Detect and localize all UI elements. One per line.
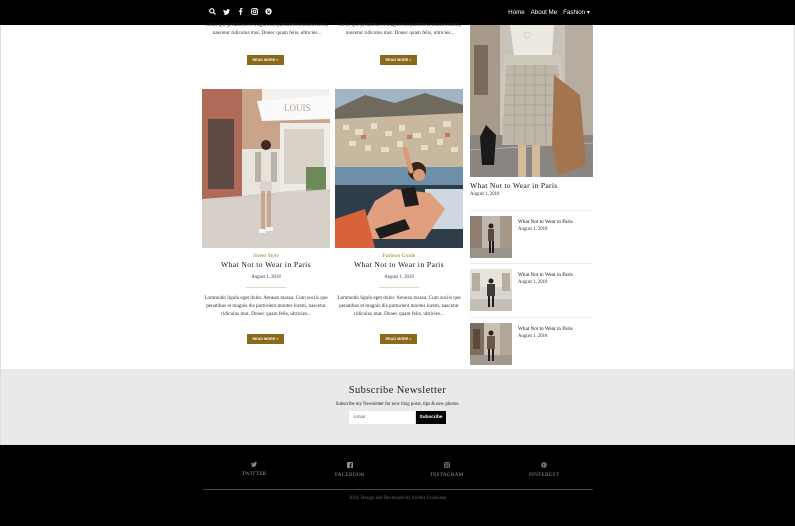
sidebar-divider (470, 210, 593, 211)
read-more-button[interactable]: READ MORE » (247, 55, 284, 65)
footer-social-label: TWITTER (241, 471, 267, 477)
post-image-fashion-guide[interactable] (335, 89, 463, 248)
newsletter-email-input[interactable] (349, 411, 415, 424)
post-divider (379, 287, 419, 288)
search-icon[interactable] (208, 8, 216, 18)
recent-post-title[interactable]: What Not to Wear in Paris (518, 272, 573, 278)
footer-pinterest-link[interactable]: PINTEREST (514, 462, 574, 479)
newsletter-section: Subscribe Newsletter Subscribe my Newsle… (1, 369, 794, 445)
footer-copyright: 2018, Design and Developed by Andrea Unl… (348, 496, 447, 501)
sidebar-divider (470, 317, 593, 318)
facebook-icon[interactable] (236, 8, 244, 18)
post-excerpt: Lommodo ligula eget dolor. Aenean massa.… (204, 295, 328, 317)
recent-post-thumbnail[interactable] (470, 323, 512, 365)
recent-post-date: August 1, 2018 (518, 227, 548, 232)
post-excerpt: Lommodo ligula eget dolor. Aenean massa.… (337, 295, 461, 317)
footer-divider (203, 489, 593, 490)
instagram-icon[interactable] (250, 8, 258, 18)
sidebar-featured-title[interactable]: What Not to Wear in Paris (470, 181, 558, 190)
post-date: August 1, 2018 (384, 275, 414, 280)
recent-post-thumbnail[interactable] (470, 269, 512, 311)
sidebar-featured-date: August 1, 2018 (470, 192, 500, 197)
post-category[interactable]: Fashion Guide (334, 253, 464, 259)
read-more-button[interactable]: READ MORE » (380, 55, 417, 65)
post-date: August 1, 2018 (251, 275, 281, 280)
main-menu: Home About Me Fashion ▾ (508, 8, 590, 17)
menu-home[interactable]: Home (508, 8, 525, 17)
footer-instagram-link[interactable]: INSTAGRAM (417, 462, 477, 479)
footer-facebook-link[interactable]: FACEBOOK (320, 462, 380, 479)
recent-post-date: August 1, 2018 (518, 334, 548, 339)
sidebar-featured-image[interactable] (470, 25, 593, 177)
twitter-icon (224, 462, 284, 470)
post-divider (246, 287, 286, 288)
recent-post-title[interactable]: What Not to Wear in Paris (518, 326, 573, 332)
newsletter-title: Subscribe Newsletter (348, 385, 447, 396)
footer-twitter-link[interactable]: TWITTER (224, 462, 284, 478)
post-image-street-style[interactable]: LOUIS (202, 89, 330, 248)
sidebar-divider (470, 263, 593, 264)
pinterest-icon[interactable] (264, 8, 272, 18)
menu-fashion[interactable]: Fashion ▾ (563, 8, 590, 17)
instagram-icon (417, 462, 477, 471)
footer-social-label: INSTAGRAM (430, 472, 464, 478)
footer-social-label: PINTEREST (528, 472, 560, 478)
read-more-button[interactable]: READ MORE » (247, 334, 284, 344)
recent-post-thumbnail[interactable] (470, 216, 512, 258)
menu-about-me[interactable]: About Me (531, 8, 557, 17)
newsletter-subtitle: Subscribe my Newsletter for new blog pos… (335, 402, 460, 407)
post-category[interactable]: Street Style (201, 253, 331, 259)
nav-icons (208, 8, 272, 18)
recent-post-date: August 1, 2018 (518, 280, 548, 285)
facebook-icon (320, 462, 380, 471)
recent-post-title[interactable]: What Not to Wear in Paris (518, 219, 573, 225)
pinterest-icon (514, 462, 574, 471)
post-title[interactable]: What Not to Wear in Paris (201, 260, 331, 269)
svg-text:LOUIS: LOUIS (284, 103, 311, 113)
post-excerpt: sociis que penatibus et magnis dis partu… (205, 22, 329, 36)
twitter-icon[interactable] (222, 8, 230, 18)
subscribe-button[interactable]: Subscribe (416, 411, 446, 424)
post-excerpt: sociis que penatibus et magnis dis partu… (338, 22, 462, 36)
footer: TWITTER FACEBOOK INSTAGRAM PINTEREST 201… (0, 445, 795, 526)
read-more-button[interactable]: READ MORE » (380, 334, 417, 344)
footer-social-label: FACEBOOK (335, 472, 365, 478)
post-title[interactable]: What Not to Wear in Paris (334, 260, 464, 269)
